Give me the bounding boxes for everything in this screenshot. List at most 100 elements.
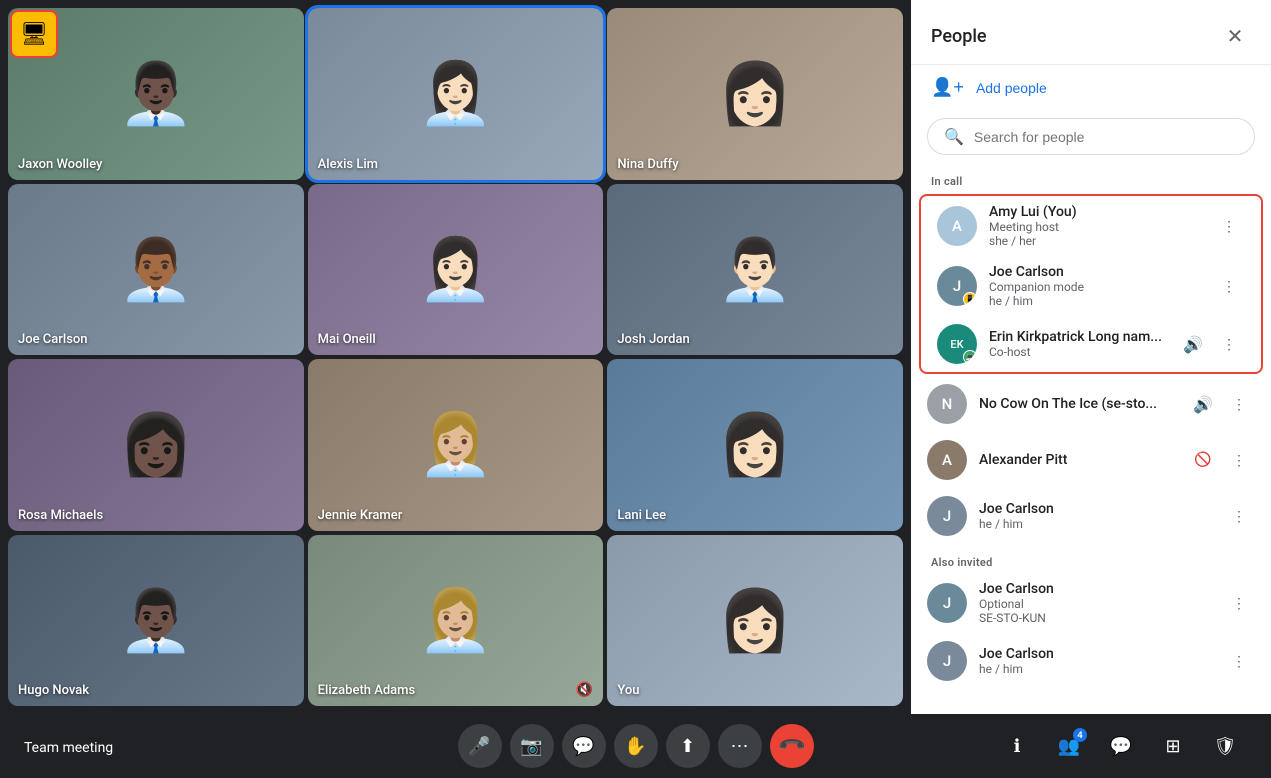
video-tile-alexis[interactable]: 👩🏻‍💼Alexis Lim [308,8,604,180]
tile-name-mai: Mai Oneill [318,332,376,347]
person-item-joe-carlson[interactable]: J 📱 Joe Carlson Companion mode he / him … [921,256,1261,316]
toolbar-center: 🎤 📷 💬 ✋ ⬆ ⋯ 📞 [458,724,814,768]
tile-name-lani: Lani Lee [617,508,666,523]
laptop-badge: 💻 [963,350,977,364]
person-actions-alexander: 🚫 ⋮ [1187,444,1255,476]
tile-name-josh: Josh Jordan [617,332,689,347]
person-pronoun-joe: he / him [989,294,1213,308]
tile-name-hugo: Hugo Novak [18,683,89,698]
add-people-button[interactable]: 👤+ Add people [911,65,1271,110]
person-sub-amy: Meeting host [989,220,1213,234]
video-tile-elizabeth[interactable]: 👩🏼‍💼Elizabeth Adams🔇 [308,535,604,707]
person-actions-joe-invited2: ⋮ [1223,645,1255,677]
chat-button[interactable]: 💬 [1099,724,1143,768]
more-options-amy[interactable]: ⋮ [1213,210,1245,242]
tile-name-jaxon: Jaxon Woolley [18,157,102,172]
person-item-joe2[interactable]: J Joe Carlson he / him ⋮ [911,488,1271,544]
add-people-icon: 👤+ [931,77,964,98]
person-info-joe-invited2: Joe Carlson he / him [979,646,1223,676]
video-tile-josh[interactable]: 👨🏻‍💼Josh Jordan [607,184,903,356]
more-options-joe[interactable]: ⋮ [1213,270,1245,302]
close-panel-button[interactable]: ✕ [1219,20,1251,52]
person-info-alexander: Alexander Pitt [979,452,1187,468]
tile-name-jennie: Jennie Kramer [318,508,403,523]
more-options-joe-invited2[interactable]: ⋮ [1223,645,1255,677]
avatar-alexander: A [927,440,967,480]
person-item-joe-invited2[interactable]: J Joe Carlson he / him ⋮ [911,633,1271,689]
people-badge: 4 [1073,728,1087,742]
video-tile-hugo[interactable]: 👨🏿‍💼Hugo Novak [8,535,304,707]
shield-button[interactable]: 🛡 [1203,724,1247,768]
bottom-toolbar: Team meeting 🎤 📷 💬 ✋ ⬆ ⋯ 📞 ℹ 👥 4 💬 ⊞ 🛡 [0,714,1271,778]
person-info-joe-invited1: Joe Carlson Optional SE-STO-KUN [979,581,1223,625]
person-item-erin[interactable]: EK 💻 Erin Kirkpatrick Long nam... Co-hos… [921,316,1261,372]
person-name-joe2: Joe Carlson [979,501,1223,517]
tile-name-alexis: Alexis Lim [318,157,378,172]
person-item-alexander[interactable]: A Alexander Pitt 🚫 ⋮ [911,432,1271,488]
tile-name-joe-carlson: Joe Carlson [18,332,88,347]
avatar-joe-invited2: J [927,641,967,681]
panel-title: People [931,26,987,47]
tile-name-nina: Nina Duffy [617,157,678,172]
app-logo-container: 🖥 [10,10,58,58]
video-tile-jennie[interactable]: 👩🏼‍💼Jennie Kramer [308,359,604,531]
video-tile-nina[interactable]: 👩🏻Nina Duffy [607,8,903,180]
person-actions-erin: 🔊 ⋮ [1177,328,1245,360]
tile-name-elizabeth: Elizabeth Adams [318,683,416,698]
person-sub-joe: Companion mode [989,280,1213,294]
person-actions-joe2: ⋮ [1223,500,1255,532]
person-info-erin: Erin Kirkpatrick Long nam... Co-host [989,329,1177,359]
video-tile-you[interactable]: 👩🏻You [607,535,903,707]
more-options-no-cow[interactable]: ⋮ [1223,388,1255,420]
search-box: 🔍 [927,118,1255,155]
info-button[interactable]: ℹ [995,724,1039,768]
app-logo[interactable]: 🖥 [10,10,58,58]
in-call-label: In call [911,163,1271,192]
panel-header: People ✕ [911,0,1271,65]
person-item-no-cow[interactable]: N No Cow On The Ice (se-sto... 🔊 ⋮ [911,376,1271,432]
person-actions-joe: ⋮ [1213,270,1245,302]
meeting-title: Team meeting [24,740,113,756]
avatar-erin: EK 💻 [937,324,977,364]
person-name-amy: Amy Lui (You) [989,204,1213,220]
video-tile-rosa[interactable]: 👩🏿Rosa Michaels [8,359,304,531]
video-tile-lani[interactable]: 👩🏻Lani Lee [607,359,903,531]
video-grid: 👨🏿‍💼Jaxon Woolley👩🏻‍💼Alexis Lim👩🏻Nina Du… [0,0,911,714]
more-options-alexander[interactable]: ⋮ [1223,444,1255,476]
logo-icon: 🖥 [20,22,48,47]
panel-body: 👤+ Add people 🔍 In call A [911,65,1271,714]
person-name-alexander: Alexander Pitt [979,452,1187,468]
person-name-joe: Joe Carlson [989,264,1213,280]
end-call-button[interactable]: 📞 [760,715,822,777]
avatar-amy: A [937,206,977,246]
mic-button[interactable]: 🎤 [458,724,502,768]
tile-name-rosa: Rosa Michaels [18,508,103,523]
more-options-joe2[interactable]: ⋮ [1223,500,1255,532]
captions-button[interactable]: 💬 [562,724,606,768]
search-input[interactable] [974,129,1238,145]
present-button[interactable]: ⬆ [666,724,710,768]
more-options-joe-invited1[interactable]: ⋮ [1223,587,1255,619]
camera-button[interactable]: 📷 [510,724,554,768]
person-item-amy[interactable]: A Amy Lui (You) Meeting host she / her ⋮ [921,196,1261,256]
speaking-icon-no-cow: 🔊 [1187,388,1219,420]
person-sub-erin: Co-host [989,345,1177,359]
person-info-joe: Joe Carlson Companion mode he / him [989,264,1213,308]
person-pronoun-joe-invited2: he / him [979,662,1223,676]
video-tile-mai[interactable]: 👩🏻‍💼Mai Oneill [308,184,604,356]
activities-button[interactable]: ⊞ [1151,724,1195,768]
also-invited-label: Also invited [911,544,1271,573]
more-options-erin[interactable]: ⋮ [1213,328,1245,360]
avatar-joe-carlson: J 📱 [937,266,977,306]
person-name-no-cow: No Cow On The Ice (se-sto... [979,396,1187,412]
speaking-icon-erin: 🔊 [1177,328,1209,360]
people-button[interactable]: 👥 4 [1047,724,1091,768]
raise-hand-button[interactable]: ✋ [614,724,658,768]
more-options-button[interactable]: ⋯ [718,724,762,768]
companion-badge: 📱 [963,292,977,306]
person-item-joe-invited1[interactable]: J Joe Carlson Optional SE-STO-KUN ⋮ [911,573,1271,633]
tile-name-you: You [617,683,639,698]
person-name-erin: Erin Kirkpatrick Long nam... [989,329,1177,345]
person-sub-joe-invited1: Optional [979,597,1223,611]
video-tile-joe-carlson[interactable]: 👨🏾‍💼Joe Carlson [8,184,304,356]
